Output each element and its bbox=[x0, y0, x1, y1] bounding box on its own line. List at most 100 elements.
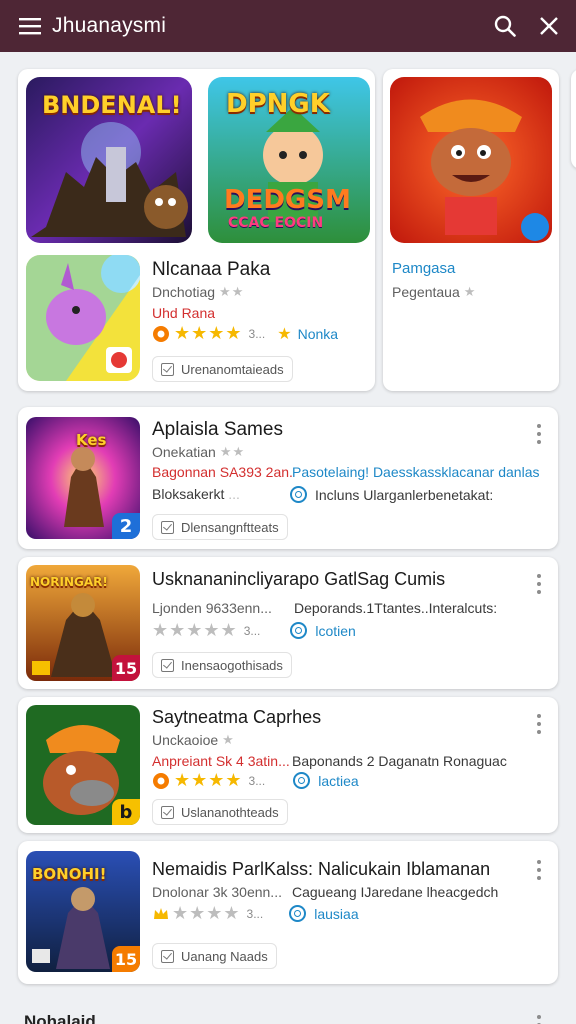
detail-chip[interactable]: Uanang Naads bbox=[152, 943, 277, 969]
tagline-dark: Baponands 2 Daganatn Ronaguac bbox=[292, 753, 507, 769]
rating-stars: ★★★★ bbox=[172, 903, 241, 923]
badge-icon bbox=[153, 325, 169, 342]
app-title: Usknananincliyarapo GatlSag Cumis bbox=[152, 569, 446, 589]
featured-card-left[interactable]: BNDENAL! DPNGK DEDGSM CCAC EOCIN Nlcanaa… bbox=[18, 69, 375, 391]
chip-label: Uanang Naads bbox=[181, 948, 268, 964]
rating-stars: ★★★★ bbox=[174, 770, 243, 790]
detail-chip[interactable]: Urenanomtaieads bbox=[152, 356, 293, 382]
thumb-title: Kes bbox=[76, 431, 107, 449]
more-options-button[interactable] bbox=[530, 1012, 548, 1024]
more-options-button[interactable] bbox=[530, 571, 548, 597]
chip-label: Dlensangnftteats bbox=[181, 519, 279, 535]
rating-stars-small: ★★ bbox=[219, 444, 246, 459]
rating-row: ★★★★★ 3... lcotien bbox=[152, 620, 356, 641]
card-subtitle: Pegentaua ★ bbox=[392, 284, 476, 300]
more-options-button[interactable] bbox=[530, 711, 548, 737]
chip-label: Uslananothteads bbox=[181, 804, 279, 820]
more-options-button[interactable] bbox=[530, 421, 548, 447]
featured-tile-2[interactable]: DPNGK DEDGSM CCAC EOCIN bbox=[208, 77, 370, 243]
rating-stars-small: ★ bbox=[463, 284, 477, 299]
tagline-blue: Pasotelaing! Daesskassklacanar danlas bbox=[292, 464, 540, 480]
app-thumbnail: b bbox=[26, 705, 140, 825]
check-icon bbox=[161, 362, 174, 376]
detail-chip[interactable]: Dlensangnftteats bbox=[152, 514, 288, 540]
check-icon bbox=[161, 658, 174, 672]
tile-2-small: CCAC EOCIN bbox=[228, 215, 324, 231]
chip-label: Inensaogothisads bbox=[181, 657, 283, 673]
target-icon bbox=[289, 905, 307, 922]
check-icon bbox=[161, 805, 174, 819]
list-item[interactable]: Kes 2 Aplaisla Sames Onekatian ★★ Bagonna… bbox=[18, 407, 558, 549]
search-button[interactable] bbox=[492, 13, 518, 39]
tagline-red: Bagonnan SA393 2an. bbox=[152, 464, 293, 480]
list-item[interactable]: BONOHI! 15 Nemaidis ParlKalss: Nalicukai… bbox=[18, 841, 558, 984]
rating-count: 3... bbox=[246, 906, 264, 921]
bull-artwork bbox=[390, 77, 552, 243]
app-thumbnail: NORINGAR! 15 bbox=[26, 565, 140, 681]
featured-tile-1[interactable]: BNDENAL! bbox=[26, 77, 192, 243]
list-item[interactable]: b Saytneatma Caprhes Unckaoioe ★ Anpreian… bbox=[18, 697, 558, 833]
app-link[interactable]: lcotien bbox=[315, 623, 355, 639]
tagline-dark: Cagueang IJaredane lheacgedch bbox=[292, 884, 499, 900]
check-icon bbox=[161, 949, 174, 963]
app-subtitle: Dnolonar 3k 30enn... bbox=[152, 884, 282, 900]
rating-row: ★★★★ 3... ★ Nonka bbox=[152, 323, 338, 344]
trophy-icon: ★ bbox=[277, 325, 292, 343]
card-title: Pamgasa bbox=[392, 260, 456, 277]
unicorn-artwork bbox=[26, 255, 140, 381]
target-icon bbox=[290, 622, 308, 639]
featured-card-next[interactable] bbox=[571, 69, 576, 169]
app-thumbnail: Kes 2 bbox=[26, 417, 140, 539]
level-badge: b bbox=[112, 799, 140, 825]
menu-icon bbox=[19, 18, 41, 35]
app-link[interactable]: lausiaa bbox=[314, 906, 358, 922]
chip-label: Urenanomtaieads bbox=[181, 361, 284, 377]
more-options-button[interactable] bbox=[530, 857, 548, 883]
featured-tile-4[interactable] bbox=[390, 77, 552, 243]
rating-count: 3... bbox=[243, 623, 261, 638]
featured-tile-3[interactable] bbox=[26, 255, 140, 381]
tile-1-title: BNDENAL! bbox=[42, 91, 182, 119]
app-thumbnail: BONOHI! 15 bbox=[26, 851, 140, 972]
card-tagline: Uhd Rana bbox=[152, 305, 216, 321]
detail-left: Bloksakerkt ... bbox=[152, 486, 240, 502]
detail-chip[interactable]: Inensaogothisads bbox=[152, 652, 292, 678]
thumb-title: BONOHI! bbox=[32, 865, 107, 883]
rating-row: ★★★★ 3... lactiea bbox=[152, 770, 359, 791]
app-subtitle: Onekatian ★★ bbox=[152, 444, 245, 460]
menu-button[interactable] bbox=[0, 0, 60, 52]
subtitle-text: Unckaoioe bbox=[152, 732, 219, 748]
detail-right: Incluns Ularganlerbenetakat: bbox=[290, 486, 493, 503]
list-item[interactable]: NORINGAR! 15 Usknananincliyarapo GatlSag… bbox=[18, 557, 558, 689]
app-title: Saytneatma Caprhes bbox=[152, 707, 322, 727]
tile-2-title: DPNGK bbox=[226, 89, 330, 119]
rating-stars-small: ★★ bbox=[219, 284, 245, 299]
detail-left-text: Bloksakerkt bbox=[152, 486, 225, 502]
featured-card-right[interactable]: Pamgasa Pegentaua ★ bbox=[383, 69, 559, 391]
subtitle-text: Onekatian bbox=[152, 444, 216, 460]
rating-stars-small: ★ bbox=[222, 732, 235, 747]
level-badge: 15 bbox=[112, 946, 140, 972]
app-link[interactable]: lactiea bbox=[318, 773, 358, 789]
tile-2-subtitle: DEDGSM bbox=[224, 185, 351, 215]
rating-stars: ★★★★ bbox=[174, 323, 243, 343]
detail-left-dim: ... bbox=[228, 486, 240, 502]
section-heading: Nohalaid bbox=[24, 1012, 96, 1024]
app-title: Nemaidis ParlKalss: Nalicukain Iblamanan bbox=[152, 859, 491, 879]
check-icon bbox=[161, 520, 174, 534]
card-subtitle: Dnchotiag ★★ bbox=[152, 284, 244, 300]
app-bar: Jhuanaysmi bbox=[0, 0, 576, 52]
rating-stars: ★★★★★ bbox=[152, 620, 238, 640]
detail-right-text: Incluns Ularganlerbenetakat: bbox=[315, 486, 494, 503]
app-title: Jhuanaysmi bbox=[52, 14, 167, 37]
crown-icon bbox=[154, 907, 168, 919]
thumb-title: NORINGAR! bbox=[30, 575, 108, 589]
card-link[interactable]: Nonka bbox=[298, 326, 338, 342]
app-subtitle: Ljonden 9633enn... bbox=[152, 600, 272, 616]
app-subtitle: Unckaoioe ★ bbox=[152, 732, 235, 748]
search-icon bbox=[494, 15, 516, 37]
detail-chip[interactable]: Uslananothteads bbox=[152, 799, 288, 825]
close-icon bbox=[540, 17, 558, 35]
close-button[interactable] bbox=[536, 13, 562, 39]
level-badge: 2 bbox=[112, 513, 140, 539]
